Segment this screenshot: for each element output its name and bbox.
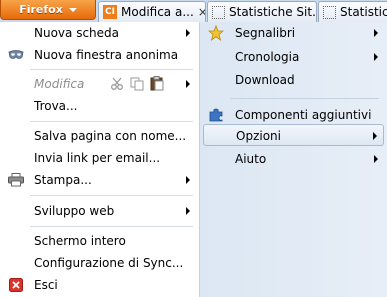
firefox-menu-button[interactable]: Firefox (0, 0, 96, 20)
menu-item-salva-pagina[interactable]: Salva pagina con nome... (0, 125, 199, 147)
submenu-arrow-icon (186, 207, 190, 215)
menu-item-nuova-finestra-anonima[interactable]: Nuova finestra anonima (0, 44, 199, 66)
menu-item-segnalibri[interactable]: Segnalibri (200, 22, 387, 44)
menu-item-label: Schermo intero (34, 234, 126, 248)
paste-clipboard-icon[interactable] (150, 76, 164, 94)
cut-scissors-icon[interactable] (110, 77, 124, 94)
tab-statistiche-2[interactable]: Statisticl (318, 1, 387, 22)
menu-item-invia-link[interactable]: Invia link per email... (0, 147, 199, 169)
menu-item-label: Trova... (34, 99, 78, 113)
private-browsing-mask-icon (8, 47, 24, 63)
tab-modifica[interactable]: CI Modifica a... × (98, 1, 206, 22)
menu-item-cronologia[interactable]: Cronologia (200, 46, 387, 68)
menu-item-label: Segnalibri (235, 26, 296, 40)
submenu-arrow-icon (374, 53, 378, 61)
menu-item-label: Componenti aggiuntivi (235, 108, 372, 122)
firefox-menu-right: Segnalibri Cronologia Download Component… (200, 22, 387, 297)
menu-item-componenti-aggiuntivi[interactable]: Componenti aggiuntivi (200, 104, 387, 126)
tab-title: Modifica a... (121, 5, 194, 19)
menu-item-trova[interactable]: Trova... (0, 95, 199, 117)
submenu-arrow-icon (373, 132, 377, 140)
menu-item-label: Modifica (34, 77, 85, 91)
firefox-menu-left: Nuova scheda Nuova finestra anonima Modi… (0, 22, 200, 297)
menu-item-label: Invia link per email... (34, 151, 161, 165)
menu-item-label: Stampa... (34, 173, 92, 187)
copy-icon[interactable] (130, 77, 144, 94)
edit-tools (110, 76, 164, 94)
menu-item-label: Aiuto (235, 152, 267, 166)
submenu-arrow-icon (186, 80, 190, 88)
menu-item-label: Sviluppo web (34, 204, 115, 218)
blank-page-icon (212, 5, 225, 19)
exit-icon (8, 277, 24, 293)
menu-item-label: Download (235, 73, 295, 87)
tab-title: Statistiche Sit... (229, 5, 317, 19)
puzzle-addons-icon (208, 107, 224, 123)
menu-separator (30, 121, 193, 122)
menu-item-esci[interactable]: Esci (0, 274, 199, 296)
menu-item-configurazione-sync[interactable]: Configurazione di Sync... (0, 252, 199, 274)
close-tab-icon[interactable]: × (198, 5, 205, 19)
menu-item-label: Configurazione di Sync... (34, 256, 184, 270)
site-favicon-icon: CI (103, 5, 117, 19)
submenu-arrow-icon (374, 29, 378, 37)
menu-item-sviluppo-web[interactable]: Sviluppo web (0, 200, 199, 222)
menu-item-label: Nuova finestra anonima (34, 48, 179, 62)
menu-item-label: Nuova scheda (34, 26, 120, 40)
menu-item-stampa[interactable]: Stampa... (0, 169, 199, 191)
menu-separator (30, 226, 193, 227)
menu-item-label: Opzioni (236, 129, 281, 143)
tab-bar: Firefox CI Modifica a... × Statistiche S… (0, 0, 387, 22)
printer-icon (8, 172, 24, 188)
menu-item-label: Salva pagina con nome... (34, 129, 187, 143)
menu-item-label: Esci (34, 278, 58, 292)
menu-item-label: Cronologia (235, 50, 300, 64)
star-bookmark-icon (208, 25, 224, 41)
menu-item-aiuto[interactable]: Aiuto (200, 148, 387, 170)
menu-separator (30, 69, 193, 70)
menu-item-opzioni[interactable]: Opzioni (203, 124, 384, 146)
dropdown-arrow-icon (68, 7, 77, 12)
blank-page-icon (323, 5, 336, 19)
submenu-arrow-icon (186, 29, 190, 37)
menu-item-download[interactable]: Download (200, 69, 387, 91)
menu-separator (230, 98, 379, 99)
menu-item-nuova-scheda[interactable]: Nuova scheda (0, 22, 199, 44)
menu-item-modifica: Modifica (0, 73, 199, 95)
submenu-arrow-icon (374, 155, 378, 163)
tab-title: Statisticl (340, 5, 387, 19)
menu-item-schermo-intero[interactable]: Schermo intero (0, 230, 199, 252)
firefox-button-label: Firefox (19, 3, 63, 16)
submenu-arrow-icon (186, 176, 190, 184)
tab-statistiche-1[interactable]: Statistiche Sit... × (207, 1, 317, 22)
menu-separator (30, 195, 193, 196)
